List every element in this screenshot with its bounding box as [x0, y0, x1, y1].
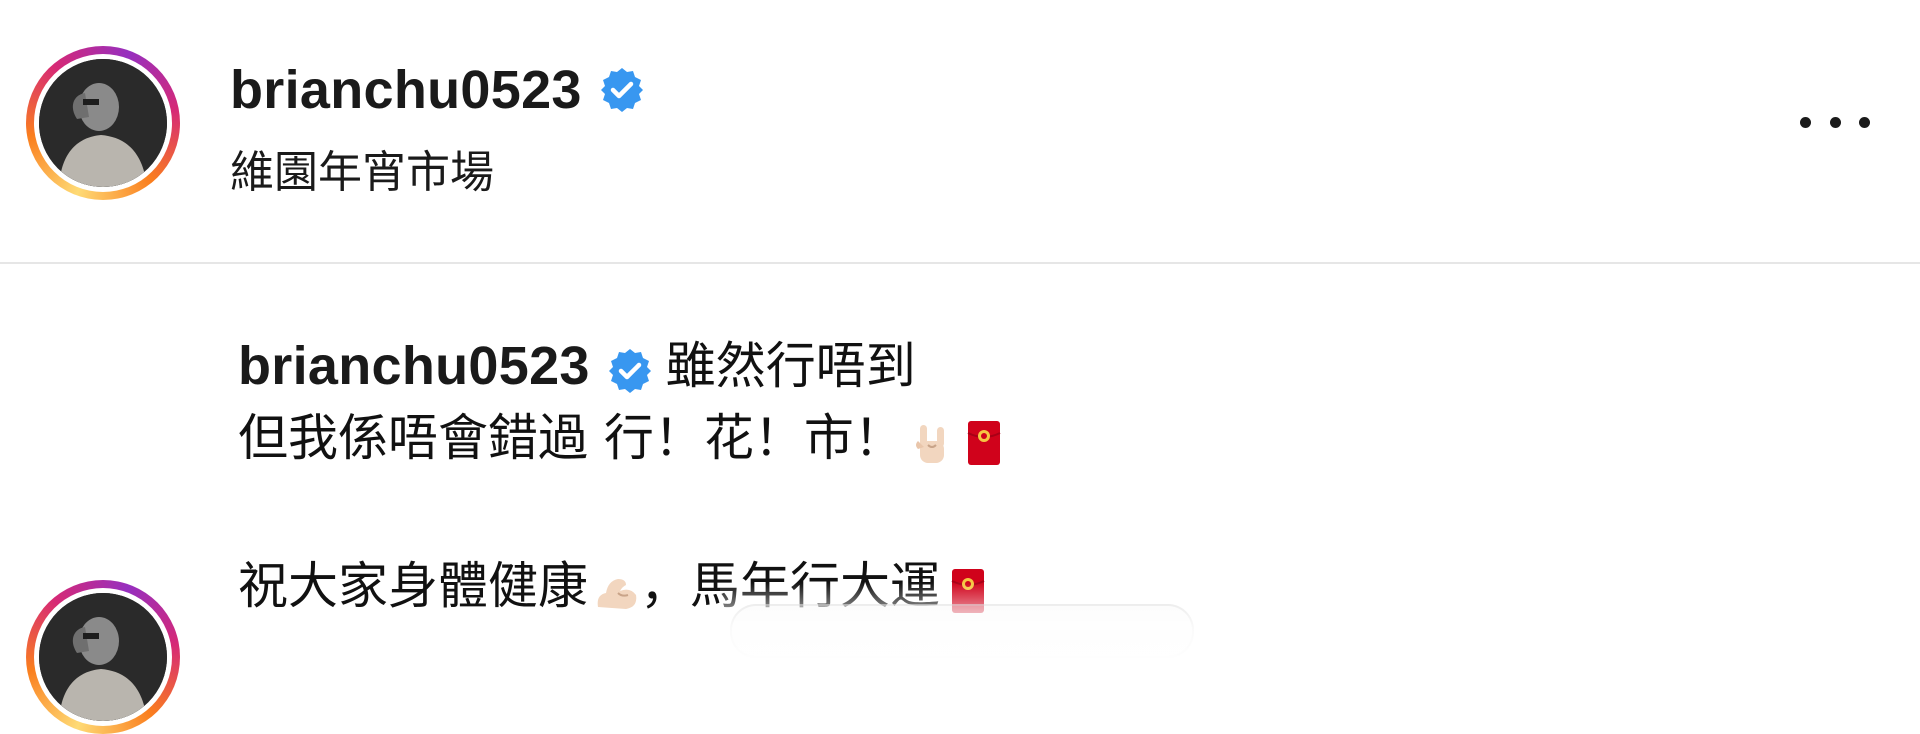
story-ring-avatar[interactable]	[26, 46, 180, 200]
avatar	[39, 593, 167, 721]
caption-text-segment: 雖然行唔到	[665, 337, 916, 395]
watermark-overlay	[730, 604, 1194, 658]
comment-avatar[interactable]	[26, 580, 180, 734]
caption-text: brianchu0523 雖然行唔到 但我係唔會錯過 行！花！市！ 祝大家身體健…	[238, 330, 1838, 622]
caption-line-1: brianchu0523 雖然行唔到	[238, 330, 1838, 402]
verified-badge-icon	[598, 66, 646, 114]
post-location[interactable]: 維園年宵市場	[230, 136, 494, 200]
caption-text-segment: 但我係唔會錯過 行！花！市！	[238, 409, 904, 467]
caption-comment: brianchu0523 雖然行唔到 但我係唔會錯過 行！花！市！ 祝大家身體健…	[0, 264, 1920, 734]
verified-badge-icon	[606, 342, 654, 393]
caption-text-segment: 祝大家身體健康	[238, 557, 588, 615]
avatar	[39, 59, 167, 187]
red-envelope-emoji	[960, 414, 1008, 465]
red-envelope-emoji	[944, 562, 992, 613]
post-header: brianchu0523 維園年宵市場	[0, 0, 1920, 262]
comment-username[interactable]: brianchu0523	[238, 330, 590, 402]
flexed-biceps-emoji	[592, 562, 640, 610]
sign-of-horns-emoji	[908, 414, 956, 463]
more-options-button[interactable]	[1800, 100, 1870, 144]
more-options-icon	[1800, 116, 1811, 128]
post-username[interactable]: brianchu0523	[230, 59, 582, 121]
caption-line-2: 但我係唔會錯過 行！花！市！	[238, 402, 1838, 474]
